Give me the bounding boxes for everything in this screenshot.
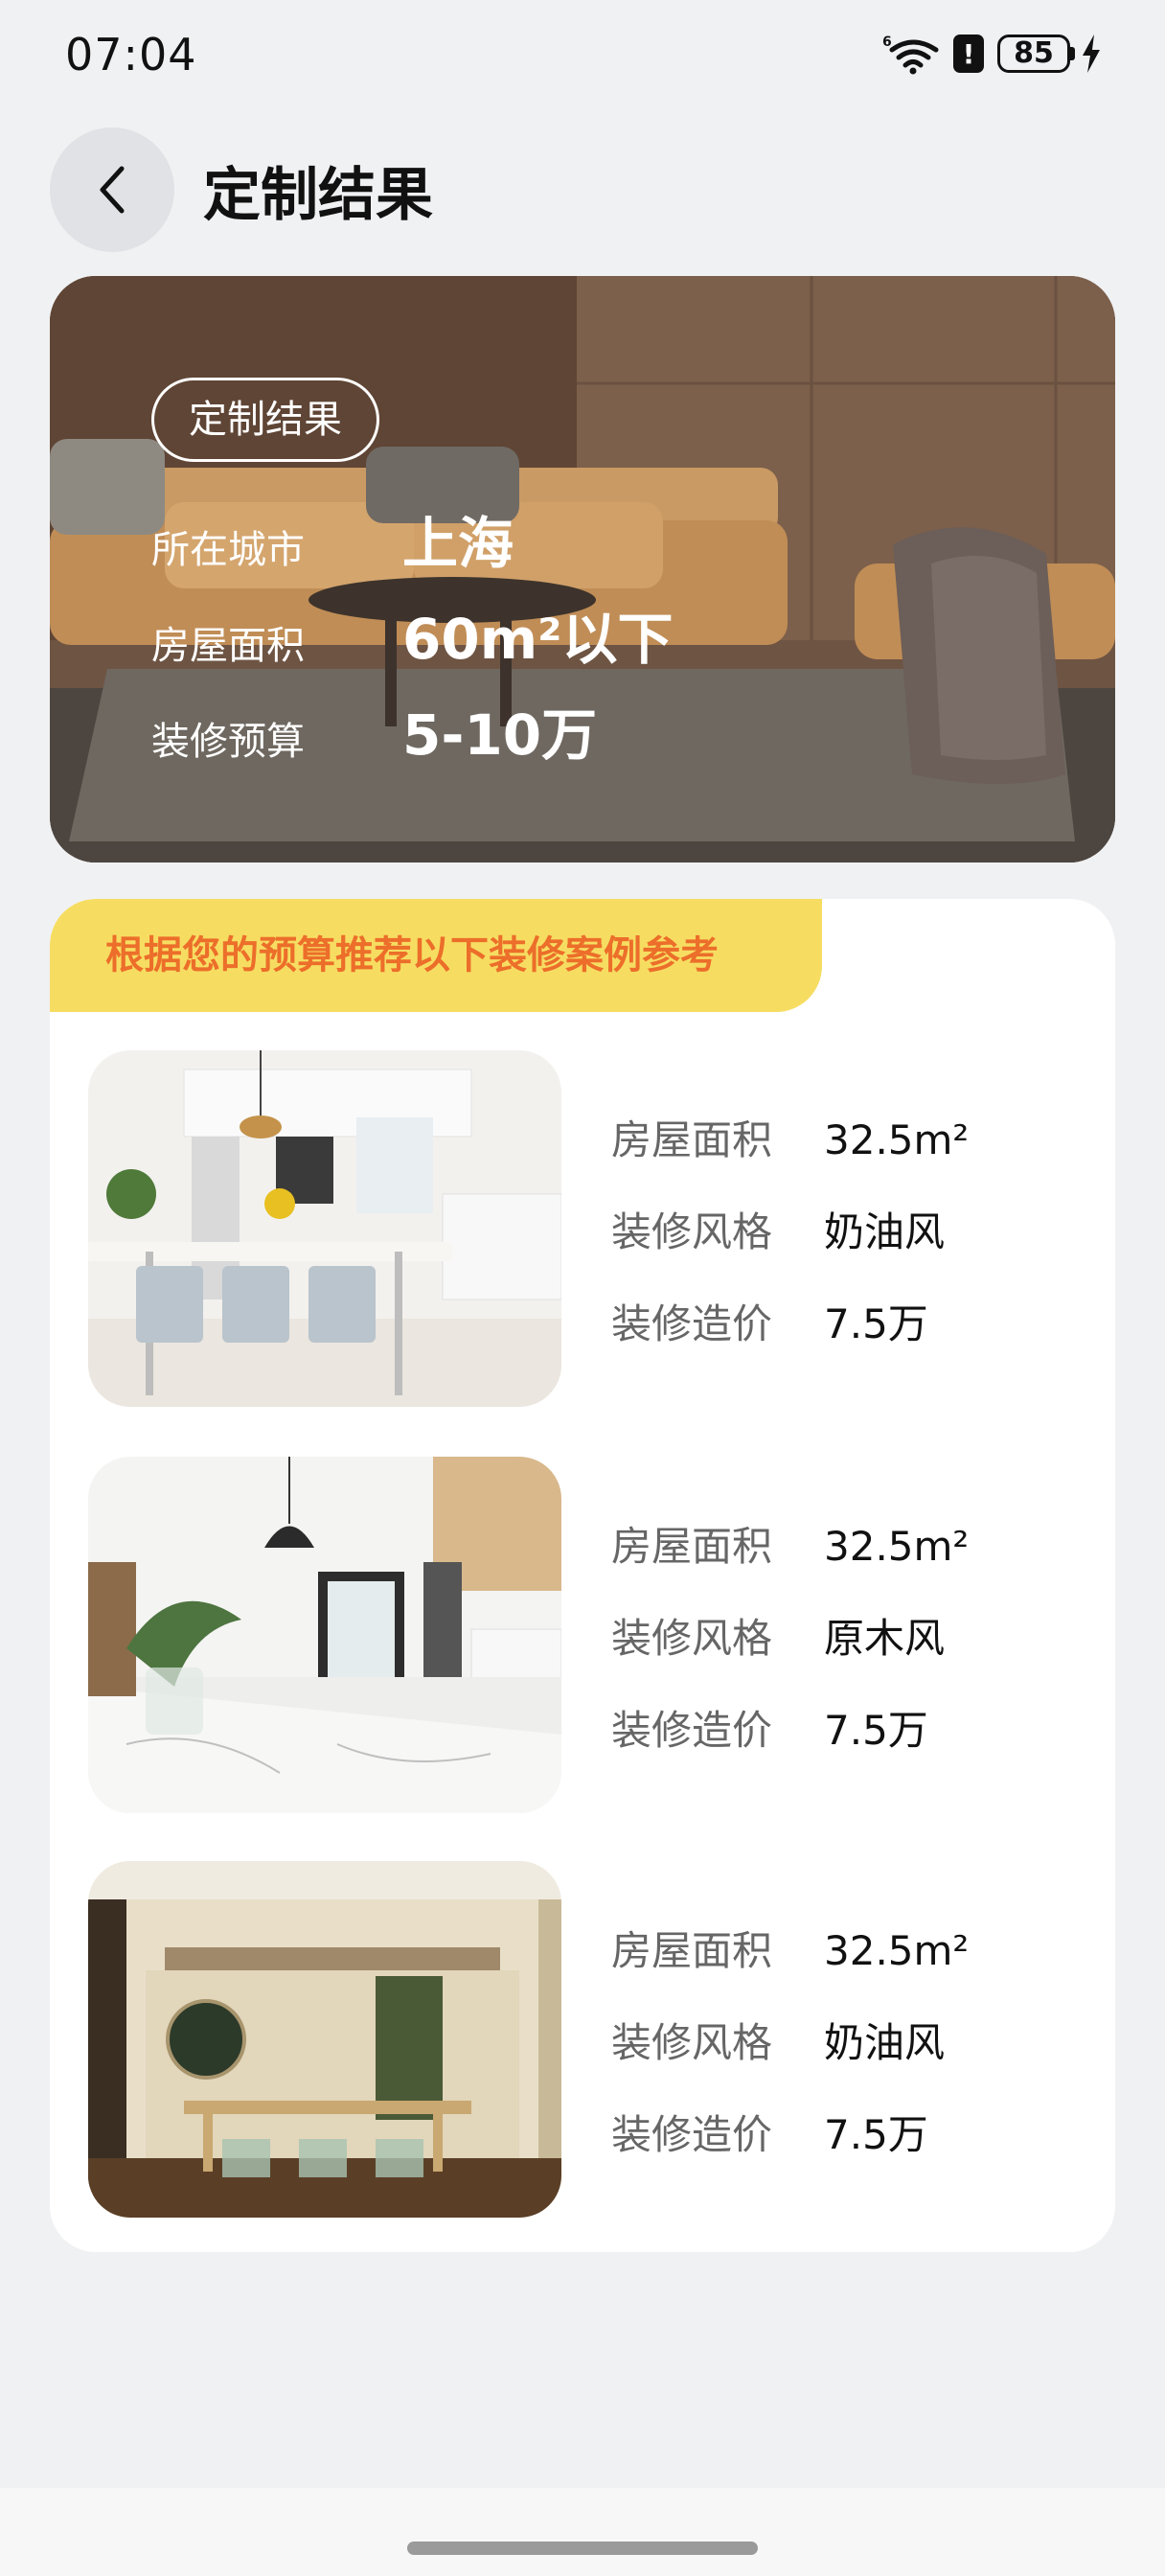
case-cost-value: 7.5万 [824, 2111, 928, 2158]
case-area-label: 房屋面积 [611, 1523, 773, 1570]
case-area-value: 32.5m² [824, 1523, 970, 1570]
case-image-kitchen[interactable] [88, 1050, 561, 1407]
budget-label: 装修预算 [151, 720, 305, 764]
case-info: 房屋面积 32.5m² 装修风格 原木风 装修造价 7.5万 [611, 1514, 969, 1790]
city-label: 所在城市 [151, 528, 305, 572]
status-bar: 07:04 6 ! 85 [0, 0, 1165, 115]
case-area-value: 32.5m² [824, 1927, 970, 1974]
case-item[interactable]: 房屋面积 32.5m² 装修风格 奶油风 装修造价 7.5万 [88, 1050, 1077, 1407]
page-title: 定制结果 [203, 161, 433, 229]
home-indicator[interactable] [407, 2542, 758, 2555]
case-style-label: 装修风格 [611, 1615, 773, 1662]
battery-icon: 85 [997, 34, 1102, 73]
alert-icon: ! [953, 34, 984, 73]
case-area-row: 房屋面积 32.5m² [611, 1108, 969, 1200]
budget-value: 5-10万 [402, 702, 598, 768]
recommendation-banner: 根据您的预算推荐以下装修案例参考 [50, 899, 822, 1012]
svg-text:6: 6 [882, 34, 892, 50]
case-info: 房屋面积 32.5m² 装修风格 奶油风 装修造价 7.5万 [611, 1108, 969, 1384]
case-image-tea-room[interactable] [88, 1861, 561, 2218]
case-style-row: 装修风格 原木风 [611, 1606, 969, 1698]
area-label: 房屋面积 [151, 624, 305, 668]
case-style-row: 装修风格 奶油风 [611, 2011, 969, 2103]
city-value: 上海 [402, 511, 514, 576]
case-style-value: 原木风 [824, 1615, 946, 1662]
case-cost-label: 装修造价 [611, 1300, 773, 1347]
case-info: 房屋面积 32.5m² 装修风格 奶油风 装修造价 7.5万 [611, 1919, 969, 2195]
city-row: 所在城市 上海 [151, 498, 514, 579]
case-area-label: 房屋面积 [611, 1116, 773, 1163]
page-header: 定制结果 [50, 127, 433, 252]
case-item[interactable]: 房屋面积 32.5m² 装修风格 原木风 装修造价 7.5万 [88, 1457, 1077, 1813]
result-summary-card: 定制结果 所在城市 上海 房屋面积 60m²以下 装修预算 5-10万 [50, 276, 1115, 862]
case-cost-value: 7.5万 [824, 1707, 928, 1754]
case-style-label: 装修风格 [611, 2019, 773, 2066]
recommendations-card: 根据您的预算推荐以下装修案例参考 房屋面积 32.5m² 装修风格 奶油风 装修… [50, 899, 1115, 2252]
result-tag: 定制结果 [151, 378, 379, 462]
case-cost-label: 装修造价 [611, 2111, 773, 2158]
case-item[interactable]: 房屋面积 32.5m² 装修风格 奶油风 装修造价 7.5万 [88, 1861, 1077, 2218]
back-button[interactable] [50, 127, 174, 252]
case-style-row: 装修风格 奶油风 [611, 1200, 969, 1292]
budget-row: 装修预算 5-10万 [151, 690, 597, 770]
status-icons: 6 ! 85 [882, 33, 1102, 75]
case-cost-label: 装修造价 [611, 1707, 773, 1754]
battery-level: 85 [997, 34, 1070, 73]
case-style-value: 奶油风 [824, 2019, 946, 2066]
case-cost-row: 装修造价 7.5万 [611, 1292, 969, 1384]
area-row: 房屋面积 60m²以下 [151, 594, 674, 675]
chevron-left-icon [100, 166, 125, 214]
case-area-value: 32.5m² [824, 1116, 970, 1163]
case-style-value: 奶油风 [824, 1208, 946, 1255]
charging-bolt-icon [1083, 34, 1100, 73]
bottom-bar [0, 2488, 1165, 2576]
case-area-row: 房屋面积 32.5m² [611, 1919, 969, 2011]
area-value: 60m²以下 [402, 607, 674, 672]
case-style-label: 装修风格 [611, 1208, 773, 1255]
case-cost-row: 装修造价 7.5万 [611, 2103, 969, 2195]
case-area-row: 房屋面积 32.5m² [611, 1514, 969, 1606]
case-area-label: 房屋面积 [611, 1927, 773, 1974]
wifi-icon: 6 [882, 34, 939, 75]
case-cost-row: 装修造价 7.5万 [611, 1698, 969, 1790]
case-image-marble-kitchen[interactable] [88, 1457, 561, 1813]
case-cost-value: 7.5万 [824, 1300, 928, 1347]
status-time: 07:04 [65, 29, 197, 80]
